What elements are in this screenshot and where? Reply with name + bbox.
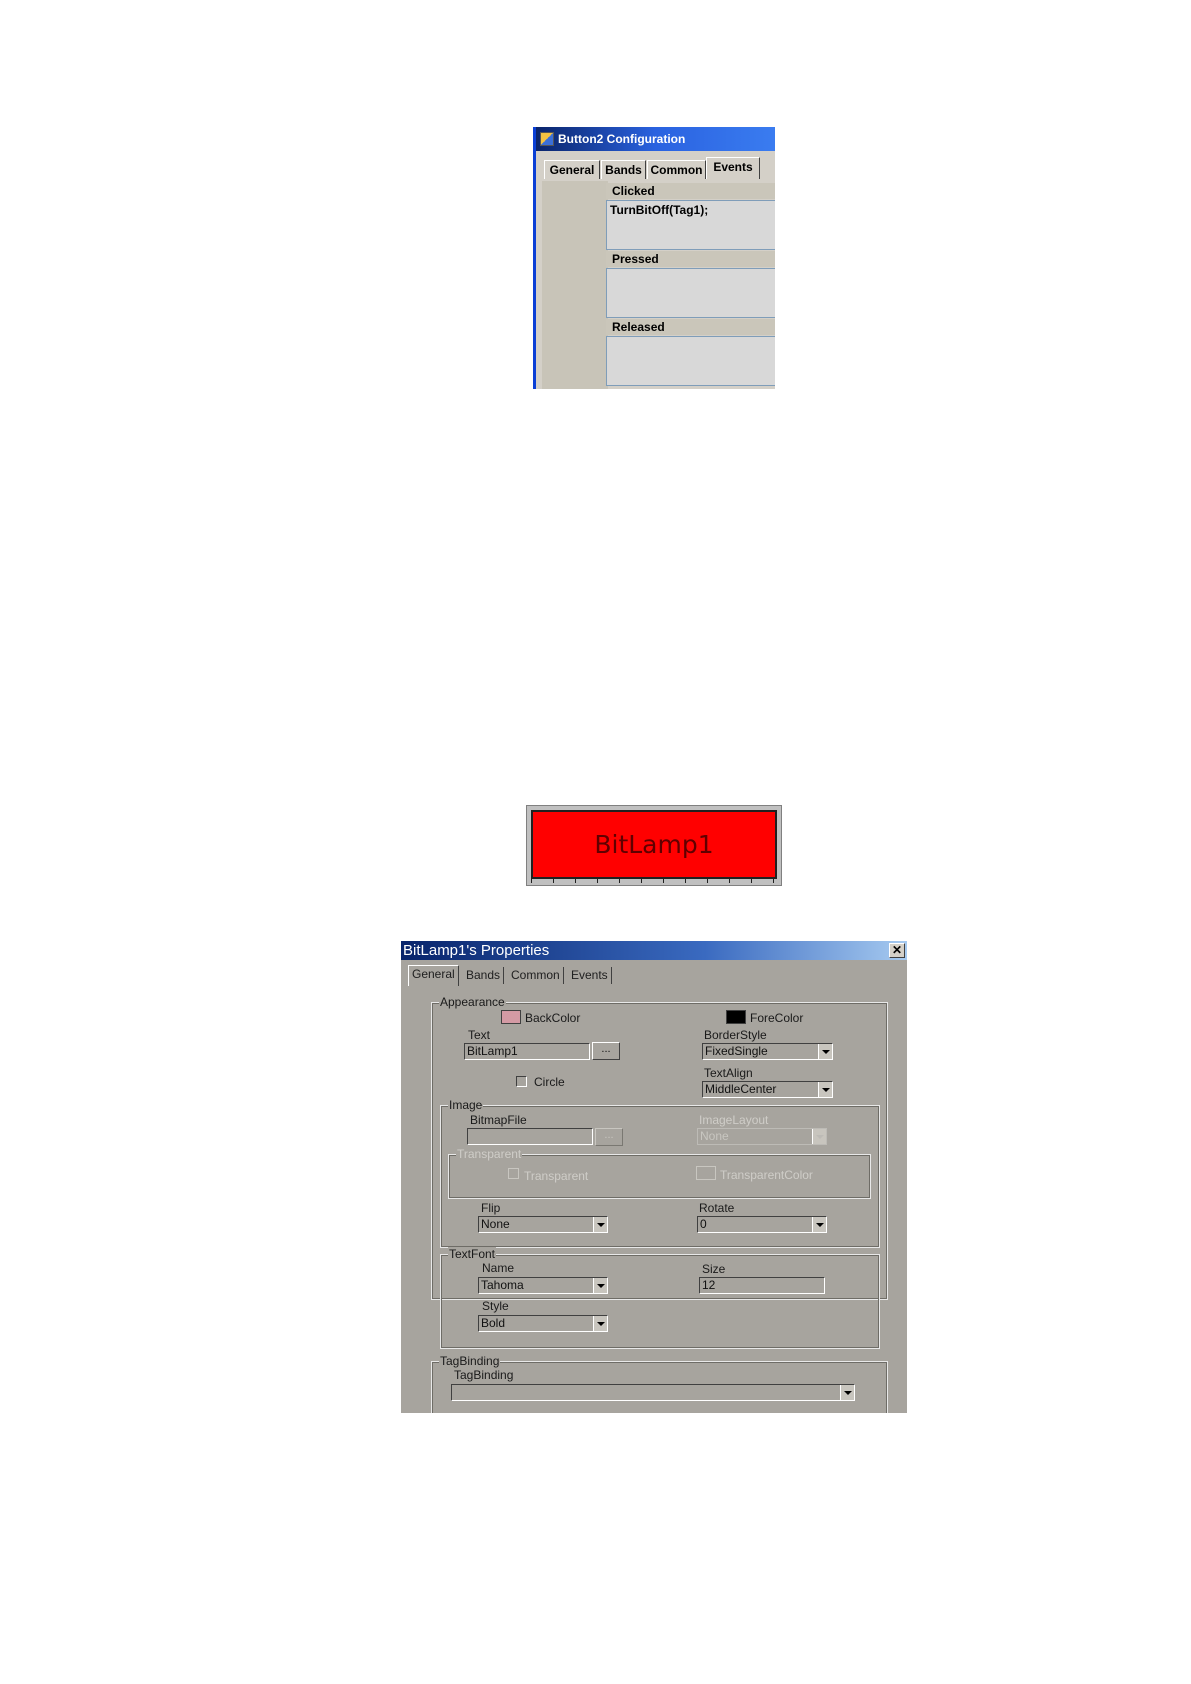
text-align-value: MiddleCenter (705, 1082, 777, 1096)
tag-binding-label: TagBinding (454, 1368, 514, 1382)
category-strip (542, 181, 608, 389)
rotate-value: 0 (700, 1217, 707, 1231)
tab-general[interactable]: General (544, 160, 600, 179)
transparent-color-swatch[interactable] (696, 1166, 716, 1180)
image-layout-value: None (700, 1129, 729, 1143)
bitmap-file-label: BitmapFile (470, 1113, 527, 1127)
rotate-label: Rotate (699, 1201, 735, 1215)
chevron-down-icon[interactable] (593, 1278, 607, 1293)
flip-select[interactable]: None (478, 1216, 608, 1233)
transparent-color-label: TransparentColor (720, 1168, 813, 1182)
font-size-input[interactable]: 12 (699, 1277, 825, 1294)
tab-events[interactable]: Events (706, 157, 760, 179)
chevron-down-icon[interactable] (818, 1044, 832, 1059)
event-script-clicked[interactable]: TurnBitOff(Tag1); (606, 200, 775, 250)
event-label-pressed: Pressed (606, 251, 775, 267)
image-legend: Image (448, 1098, 484, 1112)
transparent-checkbox[interactable] (508, 1168, 519, 1179)
chevron-down-icon[interactable] (840, 1385, 854, 1400)
font-style-select[interactable]: Bold (478, 1315, 608, 1332)
font-style-label: Style (482, 1299, 509, 1313)
bitlamp-ruler (531, 879, 777, 883)
font-name-label: Name (482, 1261, 515, 1275)
tag-binding-legend: TagBinding (439, 1354, 501, 1368)
chevron-down-icon[interactable] (593, 1217, 607, 1232)
flip-value: None (481, 1217, 510, 1231)
border-style-value: FixedSingle (705, 1044, 768, 1058)
circle-checkbox[interactable] (516, 1076, 527, 1087)
back-color-label: BackColor (525, 1011, 581, 1025)
bitmap-file-input[interactable] (467, 1128, 593, 1145)
bitlamp-properties-dialog: BitLamp1's Properties ✕ General Bands Co… (401, 941, 907, 1413)
chevron-down-icon[interactable] (812, 1129, 826, 1144)
tab-bands[interactable]: Bands (601, 160, 646, 179)
event-label-clicked: Clicked (606, 183, 775, 199)
border-style-select[interactable]: FixedSingle (702, 1043, 833, 1060)
chevron-down-icon[interactable] (812, 1217, 826, 1232)
close-icon[interactable]: ✕ (889, 943, 905, 958)
tab-general[interactable]: General (408, 965, 459, 986)
app-icon (540, 132, 554, 146)
fore-color-label: ForeColor (750, 1011, 804, 1025)
tab-common[interactable]: Common (647, 160, 706, 179)
back-color-swatch[interactable] (501, 1010, 521, 1024)
rotate-select[interactable]: 0 (697, 1216, 827, 1233)
event-script-pressed[interactable] (606, 268, 775, 318)
text-browse-button[interactable]: ... (592, 1042, 620, 1060)
dialog-title: Button2 Configuration (558, 132, 686, 146)
fore-color-swatch[interactable] (726, 1010, 746, 1024)
font-size-label: Size (702, 1262, 726, 1276)
bitlamp-text: BitLamp1 (594, 830, 714, 859)
text-input[interactable]: BitLamp1 (464, 1043, 590, 1060)
bitmap-browse-button[interactable]: ... (595, 1128, 623, 1146)
border-style-label: BorderStyle (704, 1028, 767, 1042)
appearance-legend: Appearance (439, 995, 506, 1009)
font-style-value: Bold (481, 1316, 506, 1330)
transparent-legend: Transparent (456, 1147, 523, 1161)
circle-label: Circle (534, 1075, 565, 1089)
font-name-select[interactable]: Tahoma (478, 1277, 608, 1294)
tag-binding-select[interactable] (451, 1384, 855, 1401)
tab-bands[interactable]: Bands (463, 967, 505, 984)
bitlamp-face: BitLamp1 (531, 810, 777, 879)
dialog-title: BitLamp1's Properties (403, 942, 550, 959)
text-font-legend: TextFont (448, 1247, 497, 1261)
transparent-label: Transparent (524, 1169, 589, 1183)
image-layout-label: ImageLayout (699, 1113, 769, 1127)
flip-label: Flip (481, 1201, 501, 1215)
event-script-released[interactable] (606, 336, 775, 386)
button2-configuration-dialog: Button2 Configuration General Bands Comm… (533, 127, 775, 389)
image-layout-select[interactable]: None (697, 1128, 827, 1145)
bitlamp-widget[interactable]: BitLamp1 (526, 805, 782, 886)
font-name-value: Tahoma (481, 1278, 524, 1292)
event-label-released: Released (606, 319, 775, 335)
text-align-label: TextAlign (704, 1066, 753, 1080)
chevron-down-icon[interactable] (593, 1316, 607, 1331)
chevron-down-icon[interactable] (818, 1082, 832, 1097)
dialog-title-bar: BitLamp1's Properties ✕ (401, 941, 907, 960)
text-align-select[interactable]: MiddleCenter (702, 1081, 833, 1098)
tab-events[interactable]: Events (568, 967, 612, 984)
dialog-title-bar: Button2 Configuration (536, 127, 775, 151)
text-label: Text (468, 1028, 491, 1042)
tab-common[interactable]: Common (508, 967, 564, 984)
